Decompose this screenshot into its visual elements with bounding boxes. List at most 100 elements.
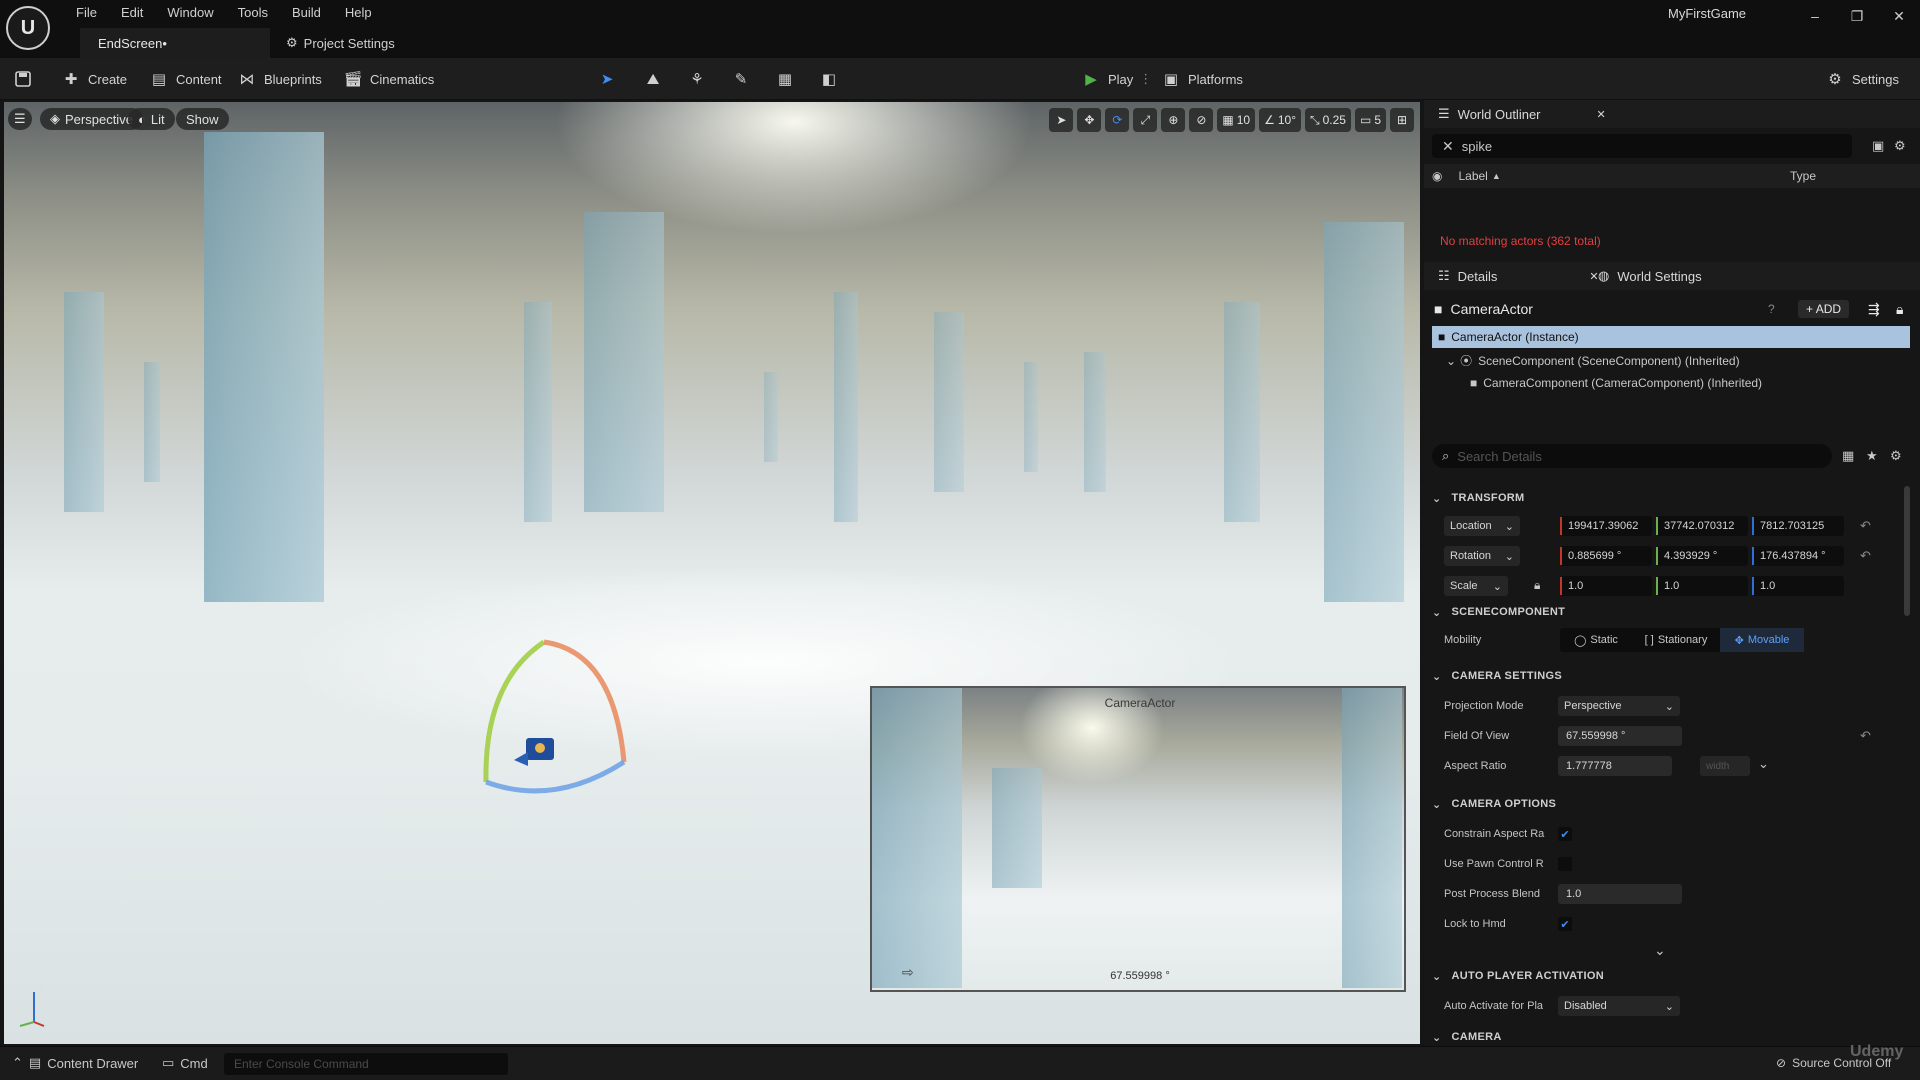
content-drawer-button[interactable]: ⌃ ▤ Content Drawer (12, 1055, 138, 1071)
translate-tool-button[interactable]: ✥ (1077, 108, 1102, 132)
cmd-button[interactable]: ▭ Cmd (162, 1055, 208, 1071)
post-process-blend-field[interactable]: 1.0 (1558, 884, 1682, 904)
transform-section[interactable]: ⌄ TRANSFORM (1432, 486, 1902, 510)
aspect-unit-dropdown[interactable]: width (1700, 756, 1750, 776)
blueprints-button[interactable]: ⋈ Blueprints (236, 68, 322, 90)
aspect-ratio-field[interactable]: 1.777778 (1558, 756, 1672, 776)
menu-build[interactable]: Build (280, 5, 333, 20)
projection-mode-dropdown[interactable]: Perspective ⌄ (1558, 696, 1680, 716)
scale-tool-button[interactable]: ⤢ (1133, 108, 1158, 132)
camera-settings-section[interactable]: ⌄ CAMERA SETTINGS (1432, 664, 1902, 688)
instance-row[interactable]: ■ CameraActor (Instance) (1432, 326, 1910, 348)
table-view-icon[interactable]: ▦ (1842, 448, 1854, 464)
auto-activate-dropdown[interactable]: Disabled ⌄ (1558, 996, 1680, 1016)
expand-advanced-icon[interactable]: ⌄ (1654, 942, 1666, 959)
console-input[interactable]: Enter Console Command (224, 1053, 508, 1075)
use-pawn-control-checkbox[interactable] (1558, 857, 1572, 871)
chevron-down-icon[interactable]: ⌄ (1758, 756, 1769, 772)
rotate-tool-button[interactable]: ⟳ (1105, 108, 1130, 132)
lock-scale-icon[interactable]: 🔒︎ (1534, 578, 1540, 593)
menu-help[interactable]: Help (333, 5, 384, 20)
mobility-static[interactable]: ◯ Static (1560, 634, 1632, 647)
tab-endscreen[interactable]: EndScreen• (80, 28, 270, 58)
settings-button[interactable]: ⚙ Settings (1824, 68, 1899, 90)
mesh-paint-button[interactable]: ✎ (730, 68, 752, 90)
reset-rotation-icon[interactable]: ↶ (1860, 548, 1871, 564)
camera-speed-button[interactable]: ▭ 5 (1354, 108, 1386, 132)
pin-preview-icon[interactable]: ⇨ (902, 964, 914, 981)
scenecomponent-section[interactable]: ⌄ SCENECOMPONENT (1432, 600, 1902, 624)
save-button[interactable] (12, 68, 34, 90)
reset-location-icon[interactable]: ↶ (1860, 518, 1871, 534)
layout-button[interactable]: ⊞ (1390, 108, 1414, 132)
scale-x[interactable]: 1.0 (1560, 576, 1652, 596)
outliner-search[interactable]: ✕ spike (1432, 134, 1852, 158)
landscape-mode-button[interactable]: ⛰ (642, 68, 664, 90)
modeling-mode-button[interactable]: ▦ (774, 68, 796, 90)
tab-project-settings[interactable]: ⚙ Project Settings (280, 28, 440, 58)
rotation-z[interactable]: 176.437894 ° (1752, 546, 1844, 566)
rotation-dropdown[interactable]: Rotation ⌄ (1444, 546, 1520, 566)
tab-world-outliner[interactable]: ☰ World Outliner ✕ (1438, 100, 1606, 128)
scale-snap-button[interactable]: ⤡ 0.25 (1305, 108, 1351, 132)
favorites-icon[interactable]: ★ (1866, 448, 1878, 464)
close-window-button[interactable]: ✕ (1884, 6, 1914, 26)
select-tool-button[interactable]: ➤ (1049, 108, 1074, 132)
rotation-gizmo[interactable] (474, 622, 654, 802)
grid-snap-button[interactable]: ▦ 10 (1217, 108, 1256, 132)
blueprint-icon[interactable]: ⇶ (1868, 301, 1880, 318)
auto-player-section[interactable]: ⌄ AUTO PLAYER ACTIVATION (1432, 964, 1902, 988)
tab-details[interactable]: ☷ Details ✕ (1438, 262, 1599, 290)
lit-button[interactable]: ◐ Lit (128, 108, 175, 130)
details-scrollbar[interactable] (1904, 486, 1910, 616)
details-settings-icon[interactable]: ⚙ (1890, 448, 1902, 464)
world-local-button[interactable]: ⊕ (1161, 108, 1186, 132)
add-component-button[interactable]: + ADD (1798, 300, 1850, 318)
scale-y[interactable]: 1.0 (1656, 576, 1748, 596)
location-x[interactable]: 199417.39062 (1560, 516, 1652, 536)
camera-section[interactable]: ⌄ CAMERA (1432, 1028, 1902, 1046)
rotation-x[interactable]: 0.885699 ° (1560, 546, 1652, 566)
level-viewport[interactable]: ☰ ◈ Perspective ◐ Lit Show ➤ ✥ ⟳ ⤢ ⊕ ⊘ ▦… (4, 102, 1420, 1044)
surface-snap-button[interactable]: ⊘ (1189, 108, 1214, 132)
menu-file[interactable]: File (64, 5, 109, 20)
content-button[interactable]: ▤ Content (148, 68, 222, 90)
viewport-menu-button[interactable]: ☰ (8, 108, 32, 130)
fracture-mode-button[interactable]: ◧ (818, 68, 840, 90)
tab-world-settings[interactable]: ◍ World Settings (1598, 262, 1702, 290)
camera-options-section[interactable]: ⌄ CAMERA OPTIONS (1432, 792, 1902, 816)
type-column[interactable]: Type (1790, 169, 1816, 183)
clear-search-icon[interactable]: ✕ (1442, 138, 1454, 155)
help-icon[interactable]: ? (1768, 302, 1775, 316)
unreal-logo[interactable]: U (6, 6, 50, 50)
maximize-button[interactable]: ❐ (1842, 6, 1872, 26)
fov-field[interactable]: 67.559998 ° (1558, 726, 1682, 746)
minimize-button[interactable]: – (1800, 6, 1830, 26)
camera-actor-icon[interactable] (512, 734, 562, 772)
outliner-settings-icon[interactable]: ⚙ (1894, 138, 1906, 154)
mobility-stationary[interactable]: [ ] Stationary (1632, 634, 1720, 646)
foliage-mode-button[interactable]: ⚘ (686, 68, 708, 90)
play-button[interactable]: ▶ Play ⋮ (1080, 68, 1152, 90)
actor-name[interactable]: CameraActor (1450, 301, 1532, 317)
show-button[interactable]: Show (176, 108, 229, 130)
create-button[interactable]: ✚ Create (60, 68, 127, 90)
scene-component-row[interactable]: ⌄ ⦿ SceneComponent (SceneComponent) (Inh… (1446, 352, 1740, 369)
constrain-aspect-checkbox[interactable]: ✔ (1558, 827, 1572, 841)
menu-window[interactable]: Window (155, 5, 225, 20)
scale-z[interactable]: 1.0 (1752, 576, 1844, 596)
menu-edit[interactable]: Edit (109, 5, 155, 20)
visibility-icon[interactable]: ◉ (1432, 169, 1442, 183)
location-dropdown[interactable]: Location ⌄ (1444, 516, 1520, 536)
lock-to-hmd-checkbox[interactable]: ✔ (1558, 917, 1572, 931)
close-outliner-icon[interactable]: ✕ (1597, 108, 1606, 121)
folder-add-icon[interactable]: ▣ (1872, 138, 1884, 154)
label-column[interactable]: Label (1458, 169, 1487, 183)
rotation-y[interactable]: 4.393929 ° (1656, 546, 1748, 566)
mobility-movable[interactable]: ✥ Movable (1720, 628, 1804, 652)
camera-component-row[interactable]: ■ CameraComponent (CameraComponent) (Inh… (1470, 376, 1762, 390)
cinematics-button[interactable]: 🎬︎ Cinematics (342, 68, 434, 90)
platforms-button[interactable]: ▣ Platforms (1160, 68, 1243, 90)
reset-fov-icon[interactable]: ↶ (1860, 728, 1871, 744)
menu-tools[interactable]: Tools (226, 5, 280, 20)
